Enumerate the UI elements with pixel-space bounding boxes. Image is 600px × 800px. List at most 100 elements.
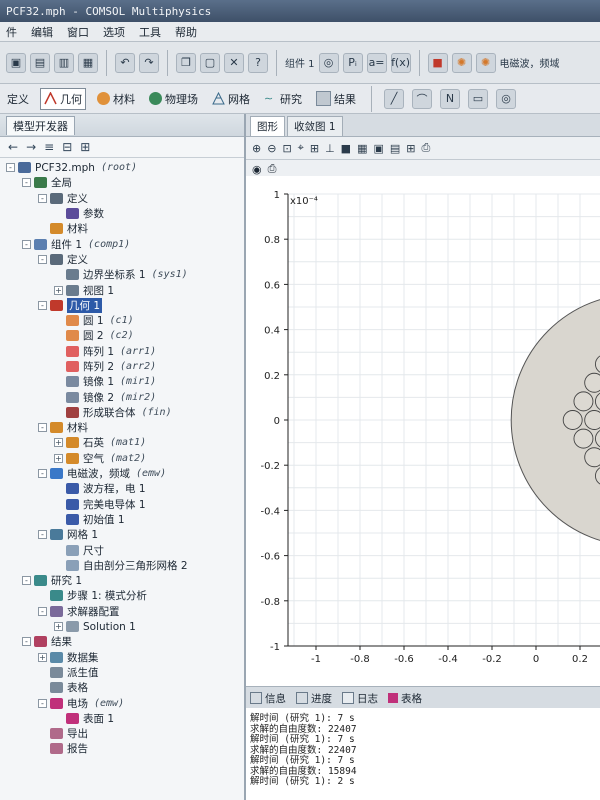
material-icon[interactable]: ✺ (475, 52, 496, 73)
screenshot-icon[interactable]: ⎙ (422, 141, 431, 155)
zoom-selection-icon[interactable]: ⊞ (310, 142, 319, 155)
tree-node[interactable]: + Solution 1 (0, 619, 244, 634)
tree-node[interactable]: 镜像 2 (mir2) (0, 389, 244, 404)
tree-node[interactable]: 形成联合体 (fin) (0, 405, 244, 420)
tree-node[interactable]: 初始值 1 (0, 512, 244, 527)
tree-node[interactable]: - 网格 1 (0, 527, 244, 542)
collapse-node-icon[interactable]: - (6, 163, 15, 173)
tree-node[interactable]: - PCF32.mph (root) (0, 160, 244, 175)
draw-polyline-icon[interactable]: N (440, 88, 460, 109)
tab-table[interactable]: 表格 (388, 691, 422, 706)
ribbon-definitions[interactable]: 定义 (4, 89, 32, 109)
expand-node-icon[interactable]: + (38, 652, 47, 662)
parameter-icon[interactable]: Pᵢ (342, 52, 363, 73)
render-icon[interactable]: ■ (341, 142, 351, 155)
axis-icon[interactable]: ⊥ (325, 142, 335, 155)
tree-node[interactable]: 材料 (0, 221, 244, 236)
print-icon[interactable]: ⎙ (268, 162, 277, 176)
collapse-node-icon[interactable]: - (38, 423, 47, 433)
expand-node-icon[interactable]: + (54, 453, 63, 463)
tab-convergence[interactable]: 收敛图 1 (287, 116, 343, 136)
menu-options[interactable]: 选项 (103, 24, 125, 40)
variable-icon[interactable]: a= (366, 52, 387, 73)
expand-icon[interactable]: ⊞ (80, 140, 90, 154)
collapse-icon[interactable]: ⊟ (62, 140, 72, 154)
collapse-node-icon[interactable]: - (38, 469, 47, 479)
draw-rect-icon[interactable]: ▭ (468, 88, 488, 109)
collapse-node-icon[interactable]: - (22, 239, 31, 249)
show-icon[interactable]: ≡ (44, 140, 54, 154)
tree-node[interactable]: 边界坐标系 1 (sys1) (0, 267, 244, 282)
tab-log[interactable]: 日志 (342, 691, 378, 706)
redo-icon[interactable]: ↷ (139, 52, 159, 73)
physics-icon[interactable]: ✺ (451, 52, 472, 73)
tree-node[interactable]: 圆 1 (c1) (0, 313, 244, 328)
collapse-node-icon[interactable]: - (38, 530, 47, 540)
component-dropdown[interactable]: 组件 1 (285, 55, 315, 70)
globe-icon[interactable]: ◎ (318, 52, 339, 73)
save-as-icon[interactable]: ▦ (78, 52, 98, 73)
collapse-node-icon[interactable]: - (22, 576, 31, 586)
tree-node[interactable]: 尺寸 (0, 542, 244, 557)
tree-node[interactable]: - 电磁波，频域 (emw) (0, 466, 244, 481)
tree-node[interactable]: 表面 1 (0, 711, 244, 726)
tree-node[interactable]: 完美电导体 1 (0, 497, 244, 512)
delete-icon[interactable]: ✕ (224, 52, 244, 73)
collapse-node-icon[interactable]: - (22, 178, 31, 188)
wireframe-icon[interactable]: ▦ (357, 142, 367, 155)
grid-icon[interactable]: ⊞ (406, 142, 415, 155)
ribbon-materials[interactable]: 材料 (94, 89, 138, 109)
ribbon-mesh[interactable]: 网格 (209, 89, 253, 109)
back-arrow-icon[interactable]: ← (8, 140, 18, 154)
draw-circle-icon[interactable]: ◎ (496, 88, 516, 109)
tree-node[interactable]: 阵列 2 (arr2) (0, 359, 244, 374)
draw-line-icon[interactable]: ╱ (384, 88, 404, 109)
tree-node[interactable]: - 求解器配置 (0, 604, 244, 619)
collapse-node-icon[interactable]: - (38, 698, 47, 708)
menu-edit[interactable]: 编辑 (31, 24, 53, 40)
model-builder-tab[interactable]: 模型开发器 (6, 115, 75, 135)
forward-arrow-icon[interactable]: → (26, 140, 36, 154)
tree-node[interactable]: + 空气 (mat2) (0, 451, 244, 466)
zoom-extents-icon[interactable]: ⌖ (298, 141, 304, 155)
tree-node[interactable]: 报告 (0, 741, 244, 756)
zoom-in-icon[interactable]: ⊕ (252, 142, 261, 155)
tree-node[interactable]: 波方程，电 1 (0, 481, 244, 496)
paste-icon[interactable]: ▢ (200, 52, 220, 73)
menu-help[interactable]: 帮助 (175, 24, 197, 40)
collapse-node-icon[interactable]: - (38, 300, 47, 310)
tab-graphics[interactable]: 图形 (250, 116, 285, 136)
new-icon[interactable]: ▣ (6, 52, 26, 73)
stop-icon[interactable]: ■ (427, 52, 448, 73)
tree-node[interactable]: - 全局 (0, 175, 244, 190)
ribbon-physics[interactable]: 物理场 (146, 89, 201, 109)
tree-node[interactable]: 步骤 1: 模式分析 (0, 588, 244, 603)
ribbon-geometry[interactable]: 几何 (40, 87, 86, 110)
ribbon-results[interactable]: 结果 (313, 89, 359, 109)
collapse-node-icon[interactable]: - (38, 606, 47, 616)
undo-icon[interactable]: ↶ (115, 52, 135, 73)
menu-window[interactable]: 窗口 (67, 24, 89, 40)
expand-node-icon[interactable]: + (54, 438, 63, 448)
menu-file[interactable]: 件 (6, 24, 17, 40)
collapse-node-icon[interactable]: - (38, 254, 47, 264)
tree-node[interactable]: 参数 (0, 206, 244, 221)
tree-node[interactable]: - 研究 1 (0, 573, 244, 588)
tree-node[interactable]: 自由剖分三角形网格 2 (0, 558, 244, 573)
geometry-plot[interactable]: 1 0.8 0.6 0.4 0.2 0 -0.2 -0.4 -0.6 -0.8 -1 -1 -0.8 -0… (246, 176, 600, 686)
help-icon[interactable]: ? (248, 52, 268, 73)
tree-node[interactable]: - 定义 (0, 252, 244, 267)
tree-node[interactable]: 表格 (0, 680, 244, 695)
tab-messages[interactable]: 信息 (250, 691, 286, 706)
save-icon[interactable]: ▥ (54, 52, 74, 73)
tree-node[interactable]: + 石英 (mat1) (0, 435, 244, 450)
tree-node[interactable]: + 数据集 (0, 650, 244, 665)
tree-node[interactable]: - 结果 (0, 634, 244, 649)
tree-node[interactable]: - 几何 1 (0, 297, 244, 313)
tree-node[interactable]: 派生值 (0, 665, 244, 680)
tree-node[interactable]: - 电场 (emw) (0, 695, 244, 710)
ribbon-study[interactable]: ∼ 研究 (261, 89, 305, 109)
zoom-out-icon[interactable]: ⊖ (267, 142, 276, 155)
tree-node[interactable]: - 材料 (0, 420, 244, 435)
copy-icon[interactable]: ❐ (176, 52, 196, 73)
